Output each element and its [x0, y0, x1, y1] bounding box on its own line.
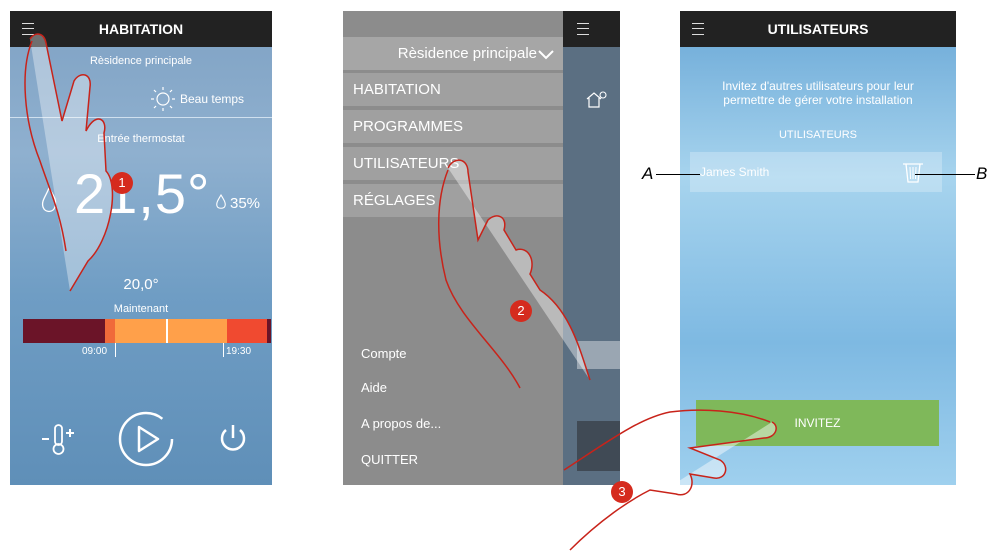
users-screen: UTILISATEURS Invitez d'autres utilisateu…: [680, 11, 956, 485]
divider: [10, 117, 272, 118]
link-a-propos[interactable]: A propos de...: [361, 416, 441, 431]
callout-b-line: [915, 174, 975, 175]
program-timeline[interactable]: [23, 319, 271, 343]
habitation-screen: HABITATION Rèsidence principale Beau tem…: [10, 11, 272, 485]
home-icon: [586, 91, 607, 108]
invite-button[interactable]: INVITEZ: [696, 400, 939, 446]
menu-item-reglages[interactable]: RÉGLAGES: [343, 184, 563, 218]
menu-item-habitation[interactable]: HABITATION: [343, 73, 563, 107]
callout-a-line: [656, 174, 700, 175]
user-row[interactable]: James Smith: [690, 152, 942, 192]
menu-item-utilisateurs[interactable]: UTILISATEURS: [343, 147, 563, 181]
time-start: 09:00: [82, 346, 108, 357]
play-button[interactable]: [116, 409, 176, 469]
power-icon[interactable]: [216, 421, 250, 455]
menu-icon[interactable]: [577, 23, 589, 35]
trash-icon[interactable]: [902, 160, 924, 184]
top-bar: HABITATION: [10, 11, 272, 47]
residence-selector[interactable]: Rèsidence principale: [343, 37, 563, 71]
sun-icon: [151, 87, 175, 111]
humidity-drop-icon: [216, 194, 226, 209]
callout-a: A: [642, 164, 654, 183]
now-label: Maintenant: [113, 303, 169, 315]
menu-item-programmes[interactable]: PROGRAMMES: [343, 110, 563, 144]
residence-label: Rèsidence principale: [397, 45, 537, 62]
link-compte[interactable]: Compte: [361, 346, 407, 361]
setpoint-value: 20,0°: [123, 276, 159, 293]
thermometer-plus-icon[interactable]: [40, 421, 80, 457]
flame-icon: [41, 186, 57, 213]
side-menu-screen: Rèsidence principale HABITATION PROGRAMM…: [343, 11, 620, 485]
side-menu: Rèsidence principale HABITATION PROGRAMM…: [343, 11, 563, 485]
users-header: UTILISATEURS: [778, 129, 858, 141]
link-quitter[interactable]: QUITTER: [361, 452, 418, 467]
link-aide[interactable]: Aide: [361, 380, 387, 395]
invite-label: INVITEZ: [794, 416, 841, 430]
user-name: James Smith: [700, 165, 770, 179]
top-bar: UTILISATEURS: [680, 11, 956, 47]
page-title: UTILISATEURS: [767, 21, 869, 37]
page-title: HABITATION: [98, 21, 184, 37]
thermostat-label: Entrée thermostat: [97, 133, 185, 145]
step-badge-1: 1: [111, 172, 133, 194]
chevron-down-icon[interactable]: [537, 49, 555, 61]
intro-text: Invitez d'autres utilisateurs pour leur …: [722, 79, 914, 107]
callout-b: B: [976, 164, 987, 183]
background-app-peek: [563, 11, 620, 485]
weather-label: Beau temps: [180, 92, 245, 106]
humidity-value: 35%: [230, 195, 261, 212]
step-badge-2: 2: [510, 300, 532, 322]
time-end: 19:30: [226, 346, 252, 357]
step-badge-3: 3: [611, 481, 633, 503]
current-temperature: 21,5°: [74, 162, 211, 225]
residence-label[interactable]: Rèsidence principale: [10, 55, 272, 67]
